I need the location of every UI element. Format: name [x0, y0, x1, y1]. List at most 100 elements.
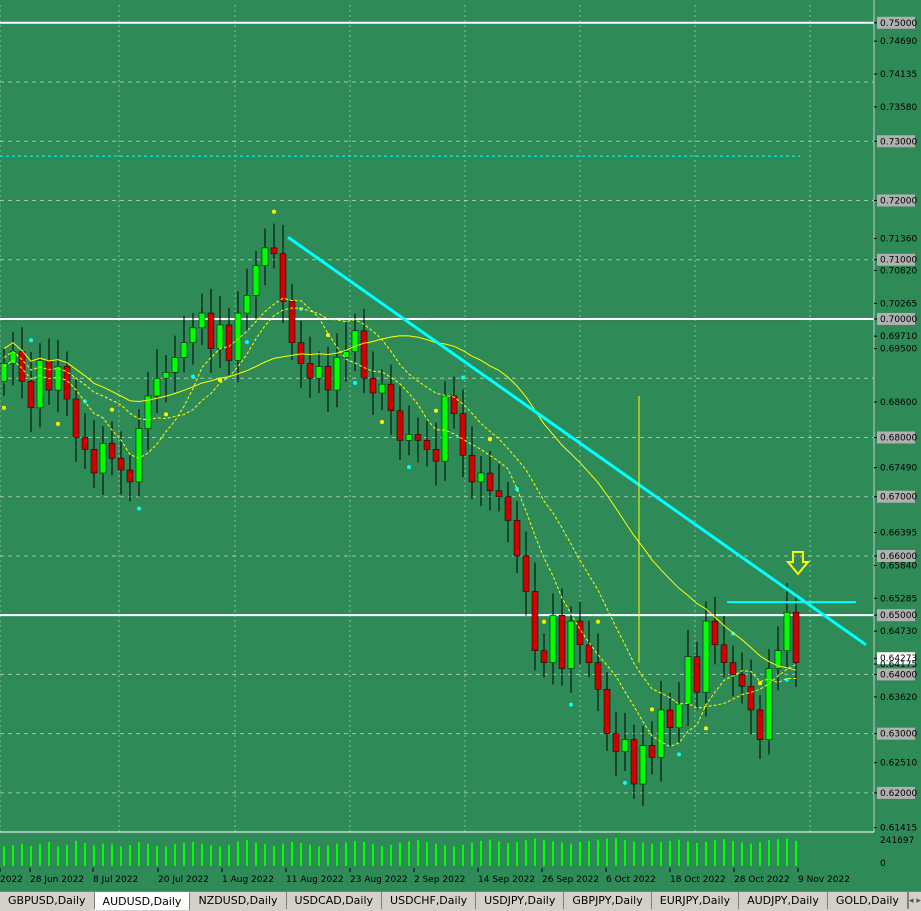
date-tick-label: 28 Jun 2022	[30, 875, 84, 885]
sar-dot	[515, 486, 519, 491]
candle-body	[558, 614, 566, 669]
tab-usdcad[interactable]: USDCAD,Daily	[287, 892, 383, 909]
sell-arrow-icon	[785, 551, 811, 576]
tab-gbpusd[interactable]: GBPUSD,Daily	[0, 892, 95, 909]
candle-body	[369, 377, 377, 394]
price-level-label: 0.67000	[880, 493, 917, 503]
candle-body	[99, 443, 107, 474]
tab-gbpjpy[interactable]: GBPJPY,Daily	[564, 892, 652, 909]
candle-body	[189, 327, 197, 343]
sar-dot	[110, 407, 114, 412]
sar-dot	[488, 437, 492, 442]
candle-body	[306, 363, 314, 379]
candle-body	[783, 611, 791, 651]
sar-dot	[137, 506, 141, 511]
price-level-label: 0.64000	[880, 670, 917, 680]
sar-dot	[569, 702, 573, 707]
sar-dot	[461, 375, 465, 380]
chart-window[interactable]: 0.75000 0.74690 0.74135 0.73580 0.73000 0.720…	[0, 0, 921, 910]
candle-body	[135, 428, 143, 483]
candle-body	[360, 330, 368, 379]
candle-body	[702, 620, 710, 693]
price-chart[interactable]: 0.75000 0.74690 0.74135 0.73580 0.73000 0.720…	[0, 0, 921, 891]
sar-dot	[191, 374, 195, 379]
tab-gold[interactable]: GOLD,Daily	[828, 892, 908, 909]
tab-eurjpy[interactable]: EURJPY,Daily	[652, 892, 740, 909]
candle-body	[171, 357, 179, 373]
date-tick-label: 6 Oct 2022	[606, 875, 656, 885]
candle-body	[36, 360, 44, 409]
tab-usdjpy[interactable]: USDJPY,Daily	[476, 892, 565, 909]
candle-body	[333, 357, 341, 391]
candle-body	[468, 454, 476, 483]
candle-body	[513, 520, 521, 557]
candle-body	[756, 709, 764, 740]
candle-body	[243, 295, 251, 314]
candle-body	[549, 614, 557, 663]
price-tick-label: 0.61415	[880, 824, 917, 834]
price-tick-label: 0.63620	[880, 693, 917, 703]
candle-body	[612, 733, 620, 752]
candle-body	[504, 496, 512, 521]
candle-body	[162, 372, 170, 379]
candle-body	[675, 703, 683, 728]
price-tick-label: 0.64730	[880, 627, 917, 637]
date-tick-label: 9 Nov 2022	[798, 875, 850, 885]
price-level-label: 0.65000	[880, 611, 917, 621]
tab-nzdusd[interactable]: NZDUSD,Daily	[190, 892, 287, 909]
date-tick-label: 18 Oct 2022	[670, 875, 726, 885]
price-tick-label: 0.70265	[880, 299, 917, 309]
candle-body	[630, 739, 638, 785]
candle-body	[414, 434, 422, 441]
price-tick-label: 0.69500	[880, 345, 917, 355]
price-level-label: 0.70000	[880, 315, 917, 325]
sar-dot	[2, 405, 6, 410]
sar-dot	[407, 465, 411, 470]
tab-audjpy[interactable]: AUDJPY,Daily	[739, 892, 828, 909]
price-tick-label: 0.71360	[880, 234, 917, 244]
price-level-label: 0.71000	[880, 256, 917, 266]
price-tick-label: 0.74135	[880, 70, 917, 80]
candle-body	[720, 644, 728, 663]
candle-body	[216, 324, 224, 349]
candle-body	[72, 398, 80, 438]
candle-body	[792, 611, 800, 663]
candle-body	[387, 383, 395, 412]
sar-dot	[380, 420, 384, 425]
candle-body	[522, 555, 530, 592]
date-tick-label: 11 Aug 2022	[286, 875, 344, 885]
candle-body	[684, 656, 692, 705]
candle-body	[495, 490, 503, 497]
candle-body	[234, 312, 242, 361]
moving-average-mid	[3, 307, 797, 709]
candle-body	[252, 265, 260, 296]
sar-dot	[164, 412, 168, 417]
tab-scroll-arrows-icon[interactable]: ◂ ▸	[907, 892, 921, 909]
candle-body	[621, 739, 629, 752]
candle-body	[18, 351, 26, 382]
date-tick-label: 2022	[0, 875, 23, 885]
sar-dot	[353, 380, 357, 385]
candle-body	[540, 650, 548, 663]
sar-dot	[29, 338, 33, 343]
candle-body	[711, 620, 719, 646]
tab-usdchf[interactable]: USDCHF,Daily	[382, 892, 477, 909]
candle-body	[747, 686, 755, 711]
candle-body	[117, 457, 125, 471]
candle-body	[594, 662, 602, 690]
price-tick-label: 0.65840	[880, 561, 917, 571]
candle-body	[531, 591, 539, 651]
date-tick-label: 23 Aug 2022	[350, 875, 408, 885]
candle-body	[405, 434, 413, 441]
date-tick-label: 1 Aug 2022	[222, 875, 274, 885]
moving-average-slow	[3, 335, 797, 671]
date-tick-label: 8 Jul 2022	[93, 875, 138, 885]
price-level-label: 0.63000	[880, 730, 917, 740]
sar-dot	[434, 408, 438, 413]
candle-body	[27, 380, 35, 409]
tab-audusd[interactable]: AUDUSD,Daily	[94, 892, 191, 910]
price-tick-label: 0.69710	[880, 332, 917, 342]
sar-dot	[596, 619, 600, 624]
volume-axis-zero: 0	[880, 859, 886, 869]
candle-body	[180, 342, 188, 358]
